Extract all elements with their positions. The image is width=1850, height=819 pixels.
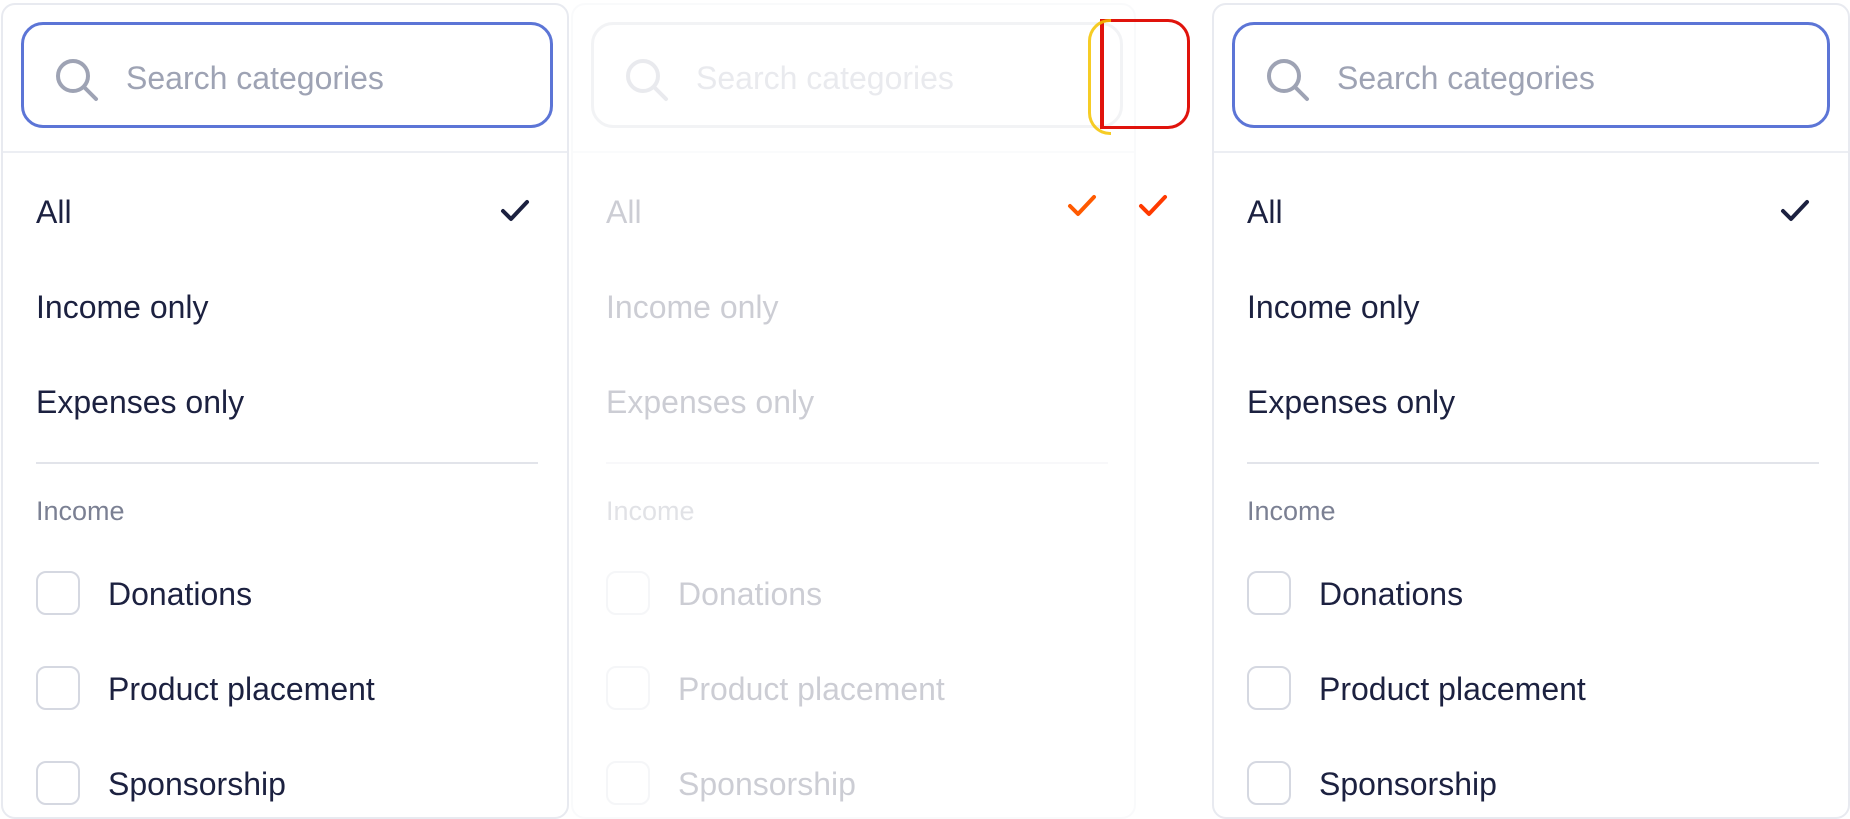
check-icon: [1068, 195, 1096, 216]
checkbox-label[interactable]: Sponsorship: [108, 764, 286, 804]
header-divider: [573, 151, 1134, 153]
header-divider: [1214, 151, 1848, 153]
search-input[interactable]: Search categories: [126, 58, 384, 98]
checkbox-label[interactable]: Product placement: [1319, 669, 1586, 709]
search-box: Search categories: [591, 22, 1123, 128]
section-divider: [36, 462, 538, 464]
check-icon: [501, 200, 529, 221]
check-icon: [1781, 200, 1809, 221]
section-divider: [1247, 462, 1819, 464]
checkbox-label[interactable]: Product placement: [108, 669, 375, 709]
option-all: All: [606, 194, 642, 230]
checkbox-product-placement[interactable]: [36, 666, 80, 710]
option-income-only[interactable]: Income only: [1247, 287, 1420, 327]
check-icon: [1139, 195, 1167, 216]
search-box[interactable]: Search categories: [21, 22, 553, 128]
option-expenses-only[interactable]: Expenses only: [1247, 382, 1455, 422]
option-income-only[interactable]: Income only: [36, 287, 209, 327]
search-box[interactable]: Search categories: [1232, 22, 1830, 128]
option-expenses-only[interactable]: Expenses only: [36, 382, 244, 422]
header-divider: [3, 151, 567, 153]
option-expenses-only: Expenses only: [606, 384, 815, 420]
section-label-income: Income: [606, 496, 695, 526]
checkbox-donations: [606, 571, 650, 615]
section-divider: [606, 462, 1108, 464]
checkbox-product-placement: [606, 666, 650, 710]
checkbox-label[interactable]: Sponsorship: [1319, 764, 1497, 804]
checkbox-donations[interactable]: [1247, 571, 1291, 615]
search-icon: [626, 59, 668, 101]
section-label-income: Income: [1247, 496, 1336, 526]
search-input[interactable]: Search categories: [1337, 58, 1595, 98]
checkbox-label: Donations: [678, 576, 823, 612]
category-filter-dropdown: Search categories All Income only Expens…: [1, 3, 569, 819]
option-all[interactable]: All: [36, 192, 72, 232]
highlight-frame: [1088, 19, 1190, 135]
checkbox-sponsorship[interactable]: [1247, 761, 1291, 805]
checkbox-label: Product placement: [678, 671, 945, 707]
checkbox-sponsorship[interactable]: [36, 761, 80, 805]
checkbox-label: Sponsorship: [678, 766, 856, 802]
checkbox-label[interactable]: Donations: [108, 574, 252, 614]
category-filter-dropdown: Search categories All Income only Expens…: [1212, 3, 1850, 819]
checkbox-donations[interactable]: [36, 571, 80, 615]
option-income-only: Income only: [606, 289, 779, 325]
search-input: Search categories: [696, 60, 954, 96]
checkbox-label[interactable]: Donations: [1319, 574, 1463, 614]
checkbox-product-placement[interactable]: [1247, 666, 1291, 710]
section-label-income: Income: [36, 496, 125, 526]
option-all[interactable]: All: [1247, 192, 1283, 232]
search-icon: [56, 59, 98, 101]
category-filter-dropdown-faded: Search categories All Income only Expens…: [571, 3, 1136, 819]
search-icon: [1267, 59, 1309, 101]
checkbox-sponsorship: [606, 761, 650, 805]
